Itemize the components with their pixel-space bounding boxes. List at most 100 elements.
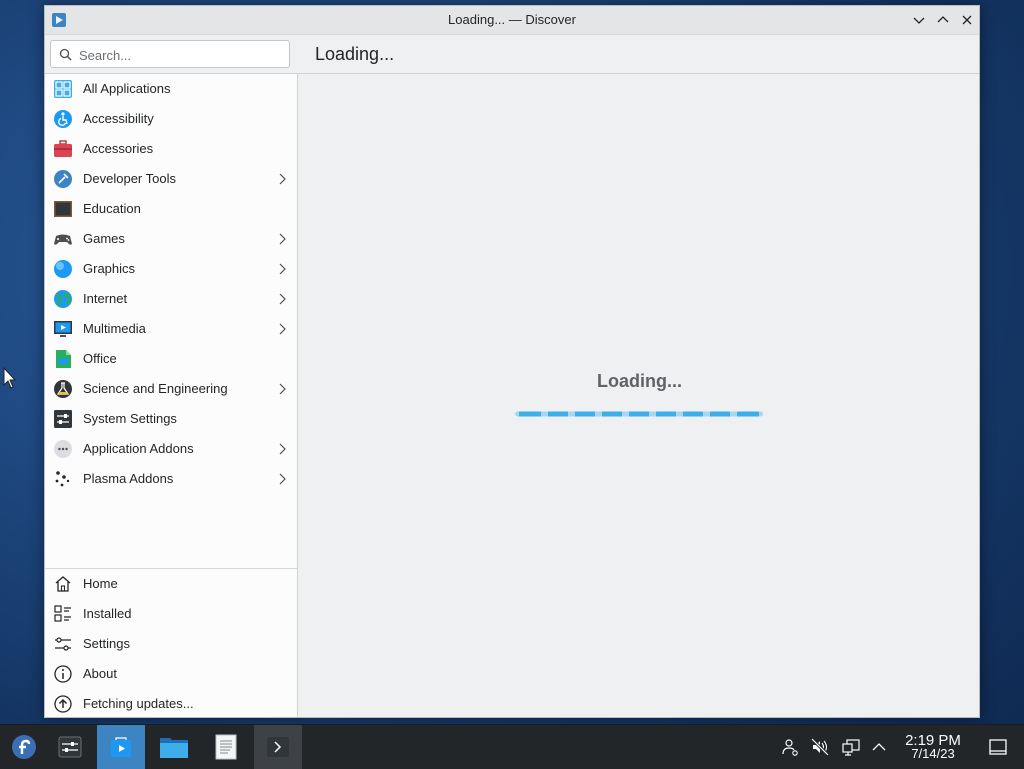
sidebar-item-science-and-engineering[interactable]: Science and Engineering (45, 374, 297, 404)
chevron-right-icon (279, 323, 286, 335)
sidebar-item-games[interactable]: Games (45, 224, 297, 254)
sidebar-item-home[interactable]: Home (45, 569, 297, 599)
taskbar-terminal[interactable] (254, 725, 302, 769)
sidebar-item-settings[interactable]: Settings (45, 629, 297, 659)
discover-window: Loading... — Discover Loading... (44, 5, 980, 718)
sidebar-item-accessories[interactable]: Accessories (45, 134, 297, 164)
title-bar[interactable]: Loading... — Discover (45, 6, 979, 35)
installed-icon (53, 604, 73, 624)
system-settings-icon (53, 409, 73, 429)
sidebar-item-label: Games (83, 231, 125, 246)
internet-icon (53, 289, 73, 309)
sidebar-item-installed[interactable]: Installed (45, 599, 297, 629)
science-icon (53, 379, 73, 399)
maximize-button[interactable] (935, 12, 951, 28)
sidebar-item-label: Home (83, 576, 118, 591)
chevron-right-icon (279, 263, 286, 275)
sidebar-item-accessibility[interactable]: Accessibility (45, 104, 297, 134)
chevron-up-icon (937, 16, 949, 23)
sidebar-item-label: Accessibility (83, 111, 154, 126)
sidebar-item-office[interactable]: Office (45, 344, 297, 374)
sidebar-item-label: Application Addons (83, 441, 194, 456)
search-field[interactable] (50, 40, 290, 68)
sidebar-item-label: Settings (83, 636, 130, 651)
sidebar-item-education[interactable]: Education (45, 194, 297, 224)
sidebar-item-label: Office (83, 351, 117, 366)
sidebar-item-multimedia[interactable]: Multimedia (45, 314, 297, 344)
multimedia-icon (53, 319, 73, 339)
main-content: Loading... (298, 74, 979, 717)
minimize-button[interactable] (911, 12, 927, 28)
update-icon (53, 694, 73, 714)
search-icon (59, 48, 72, 61)
fedora-logo-icon (12, 735, 36, 759)
system-settings-icon (58, 736, 82, 758)
show-desktop-icon[interactable] (989, 738, 1007, 756)
chevron-right-icon (279, 233, 286, 245)
taskbar (0, 724, 1024, 769)
chevron-right-icon (279, 383, 286, 395)
application-launcher-button[interactable] (0, 725, 48, 769)
sidebar-item-label: Accessories (83, 141, 154, 156)
taskbar-text-editor[interactable] (202, 725, 250, 769)
discover-app-icon (111, 737, 131, 757)
sidebar-item-update-status[interactable]: Fetching updates... (45, 689, 297, 717)
clock-date[interactable]: 7/14/23 (895, 746, 971, 761)
chevron-down-icon (913, 17, 925, 24)
sidebar-item-label: System Settings (83, 411, 177, 426)
busy-indicator (515, 411, 763, 417)
sidebar-item-label: Installed (83, 606, 132, 621)
sidebar-item-label: Graphics (83, 261, 136, 276)
category-list: All Applications Accessibility Accessori… (45, 74, 297, 494)
loading-label: Loading... (597, 371, 682, 391)
sidebar-item-label: Multimedia (83, 321, 146, 336)
chevron-right-icon (279, 473, 286, 485)
close-button[interactable] (959, 12, 975, 28)
terminal-icon (267, 737, 289, 757)
sidebar-item-label: Science and Engineering (83, 381, 228, 396)
sidebar-bottom-actions: Home Installed Settings About Fetching u… (45, 569, 297, 717)
sidebar-item-label: Internet (83, 291, 128, 306)
sidebar-item-label: Fetching updates... (83, 696, 194, 711)
sidebar-item-developer-tools[interactable]: Developer Tools (45, 164, 297, 194)
office-icon (53, 349, 73, 369)
sidebar-item-about[interactable]: About (45, 659, 297, 689)
all-applications-icon (53, 79, 73, 99)
plasma-addons-icon (53, 469, 73, 489)
accessories-icon (53, 139, 73, 159)
chevron-right-icon (279, 293, 286, 305)
home-icon (53, 574, 73, 594)
sidebar-item-plasma-addons[interactable]: Plasma Addons (45, 464, 297, 494)
application-addons-icon (53, 439, 73, 459)
sidebar-item-system-settings[interactable]: System Settings (45, 404, 297, 434)
sidebar-item-label: Education (83, 201, 141, 216)
sidebar-item-all-applications[interactable]: All Applications (45, 74, 297, 104)
user-switch-icon[interactable] (781, 738, 799, 756)
sidebar-item-label: Plasma Addons (83, 471, 174, 486)
search-input[interactable] (77, 44, 286, 66)
network-wired-icon[interactable] (842, 738, 860, 756)
window-title: Loading... — Discover (448, 12, 576, 27)
sidebar-item-label: All Applications (83, 81, 171, 96)
page-title: Loading... (315, 44, 395, 64)
folder-icon (160, 738, 188, 758)
sidebar-item-graphics[interactable]: Graphics (45, 254, 297, 284)
taskbar-discover[interactable] (97, 725, 145, 769)
graphics-icon (53, 259, 73, 279)
audio-muted-icon[interactable] (811, 738, 829, 756)
mouse-cursor-icon (3, 367, 17, 389)
sidebar-item-label: About (83, 666, 117, 681)
close-icon (962, 15, 972, 25)
sidebar-item-label: Developer Tools (83, 171, 176, 186)
chevron-up-icon[interactable] (870, 738, 888, 756)
text-editor-icon (215, 734, 237, 760)
chevron-right-icon (279, 443, 286, 455)
chevron-right-icon (279, 173, 286, 185)
games-icon (53, 229, 73, 249)
sidebar-item-application-addons[interactable]: Application Addons (45, 434, 297, 464)
sidebar: All Applications Accessibility Accessori… (45, 74, 298, 717)
taskbar-file-manager[interactable] (150, 725, 198, 769)
taskbar-system-settings[interactable] (46, 725, 94, 769)
sidebar-item-internet[interactable]: Internet (45, 284, 297, 314)
accessibility-icon (53, 109, 73, 129)
